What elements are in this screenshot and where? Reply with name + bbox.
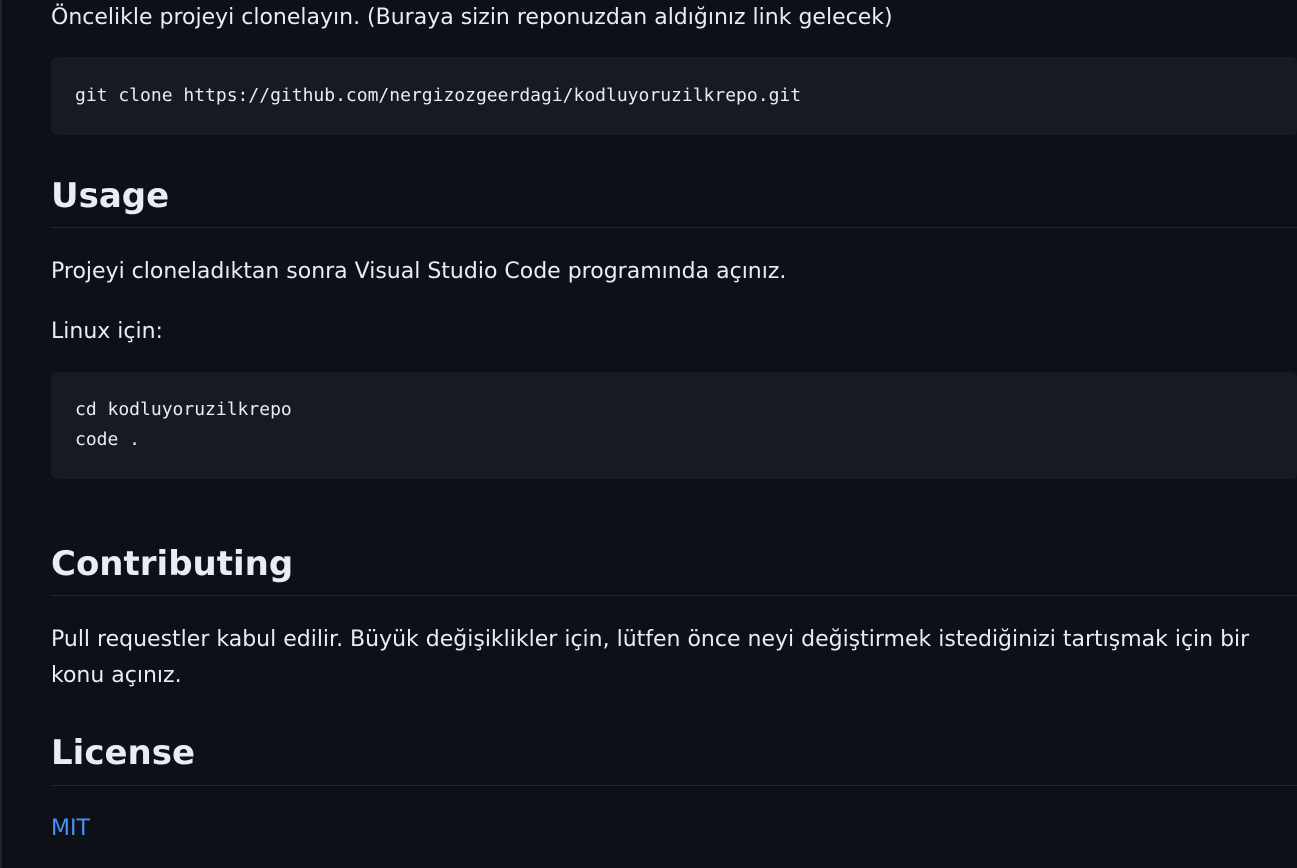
license-heading: License — [51, 733, 196, 773]
code-line: git clone https://github.com/nergizozgee… — [75, 85, 802, 106]
mit-license-link[interactable]: MIT — [51, 811, 90, 847]
usage-paragraph: Projeyi cloneladıktan sonra Visual Studi… — [51, 259, 787, 284]
code-line: cd kodluyoruzilkrepo — [75, 399, 292, 420]
panel-left-border — [0, 0, 2, 868]
intro-text: Öncelikle projeyi clonelayın. (Buraya si… — [51, 5, 893, 30]
clone-code-block[interactable]: git clone https://github.com/nergizozgee… — [51, 57, 1297, 135]
readme-content: Öncelikle projeyi clonelayın. (Buraya si… — [51, 0, 1297, 868]
linux-label: Linux için: — [51, 319, 163, 344]
contributing-divider — [51, 595, 1297, 596]
code-line: code . — [75, 429, 141, 450]
linux-code-block[interactable]: cd kodluyoruzilkrepo code . — [51, 372, 1297, 479]
usage-divider — [51, 227, 1297, 228]
license-divider — [51, 785, 1297, 786]
contributing-paragraph: Pull requestler kabul edilir. Büyük deği… — [51, 627, 1250, 688]
contributing-heading: Contributing — [51, 544, 294, 584]
usage-heading: Usage — [51, 176, 170, 216]
